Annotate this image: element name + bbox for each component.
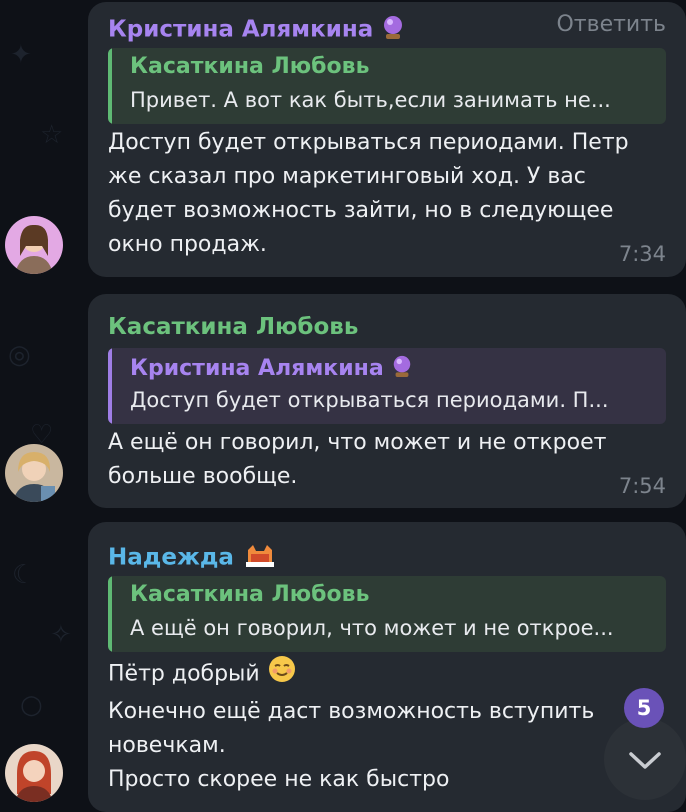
crystal-ball-icon (391, 354, 413, 384)
reply-quote[interactable]: Касаткина Любовь А ещё он говорил, что м… (108, 576, 666, 652)
unread-count-badge[interactable]: 5 (624, 688, 664, 728)
sender-name[interactable]: Кристина Алямкина (108, 14, 405, 46)
avatar[interactable] (5, 216, 63, 274)
quote-text: Доступ будет открываться периодами. П... (130, 388, 609, 412)
message-text: Доступ будет открываться периодами. Петр… (108, 130, 629, 257)
sender-name[interactable]: Надежда (108, 542, 278, 574)
avatar[interactable] (5, 444, 63, 502)
quote-text: А ещё он говорил, что может и не откроe.… (130, 616, 614, 640)
message-text: Пётр добрый Конечно ещё даст возможность… (108, 654, 594, 797)
crystal-ball-icon (381, 14, 405, 46)
scroll-to-bottom-button[interactable] (604, 718, 686, 800)
message-text: А ещё он говорил, что может и не откроет… (108, 430, 607, 489)
message-time: 7:34 (618, 242, 666, 266)
relieved-face-icon (267, 654, 297, 695)
message-bubble[interactable]: Кристина Алямкина Ответить Касаткина Люб… (88, 2, 686, 277)
avatar[interactable] (5, 744, 63, 802)
quote-author: Касаткина Любовь (130, 54, 370, 79)
cat-icon (242, 542, 278, 574)
message-1: Кристина Алямкина Ответить Касаткина Люб… (0, 0, 686, 282)
message-bubble[interactable]: Надежда Касаткина Любовь А ещё он говори… (88, 522, 686, 812)
quote-author: Касаткина Любовь (130, 582, 370, 607)
quote-author: Кристина Алямкина (130, 354, 413, 384)
chevron-down-icon (629, 752, 661, 769)
reply-quote[interactable]: Касаткина Любовь Привет. А вот как быть,… (108, 48, 666, 124)
message-3: Надежда Касаткина Любовь А ещё он говори… (0, 518, 686, 812)
reply-quote[interactable]: Кристина Алямкина Доступ будет открывать… (108, 348, 666, 424)
message-2: Касаткина Любовь Кристина Алямкина Досту… (0, 290, 686, 512)
message-bubble[interactable]: Касаткина Любовь Кристина Алямкина Досту… (88, 294, 686, 508)
quote-text: Привет. А вот как быть,если занимать не.… (130, 88, 611, 112)
sender-name[interactable]: Касаткина Любовь (108, 314, 358, 340)
message-time: 7:54 (618, 474, 666, 498)
reply-button[interactable]: Ответить (556, 12, 666, 37)
